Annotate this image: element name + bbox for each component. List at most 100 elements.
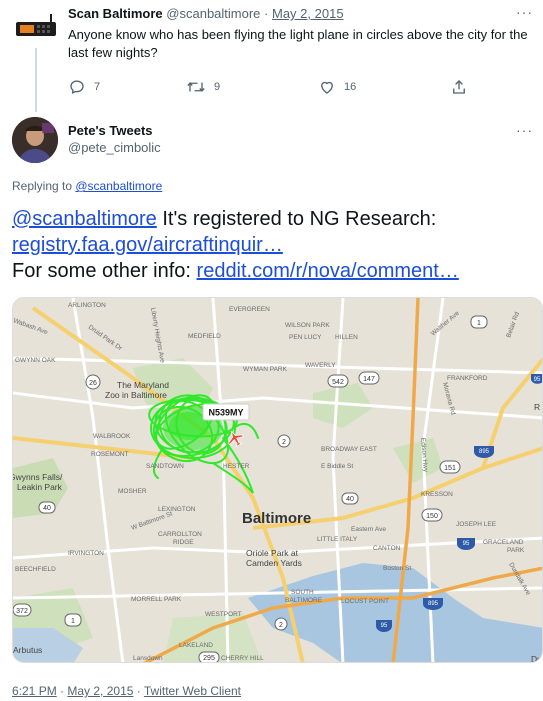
like-icon <box>321 81 333 94</box>
place-label: CANTON <box>373 545 401 552</box>
parent-tweet: Scan Baltimore @scanbaltimore · May 2, 2… <box>0 0 543 112</box>
place-label: WYMAN PARK <box>243 366 288 373</box>
city-label: Baltimore <box>242 510 311 527</box>
place-label: LAKELAND <box>179 642 213 649</box>
route-shield: 1 <box>470 315 488 329</box>
place-label: BALTIMORE <box>285 597 323 604</box>
svg-text:95: 95 <box>381 623 388 629</box>
reply-author-handle[interactable]: @pete_cimbolic <box>68 140 161 155</box>
route-shield: 295 <box>198 651 220 662</box>
place-label: KRESSON <box>421 491 453 498</box>
place-label: CHERRY HILL <box>221 655 264 662</box>
scanner-radio-avatar[interactable] <box>12 12 60 44</box>
svg-text:151: 151 <box>444 465 456 472</box>
reply-button[interactable]: 7 <box>68 78 100 96</box>
tweet-time-link[interactable]: 6:21 PM <box>12 684 57 698</box>
parent-more-icon[interactable]: ··· <box>516 4 533 20</box>
share-button[interactable] <box>450 78 468 96</box>
tweet-metadata: 6:21 PM · May 2, 2015 · Twitter Web Clie… <box>12 684 241 698</box>
place-label: Lansdown <box>133 655 163 662</box>
svg-text:150: 150 <box>426 513 438 520</box>
pete-avatar[interactable] <box>12 117 58 163</box>
like-button[interactable]: 16 <box>318 78 356 96</box>
mention-link[interactable]: @scanbaltimore <box>12 208 157 230</box>
route-shield: 40 <box>341 492 359 505</box>
svg-text:2: 2 <box>279 622 283 629</box>
stadium-label: Camden Yards <box>246 558 302 568</box>
reddit-link[interactable]: reddit.com/r/nova/comment… <box>197 260 459 282</box>
place-label: BROADWAY EAST <box>321 446 377 453</box>
route-shield: 95 <box>376 620 392 632</box>
place-label: LOCUST POINT <box>341 598 389 605</box>
replying-to-link[interactable]: @scanbaltimore <box>75 179 162 193</box>
parent-tweet-text: Anyone know who has been flying the ligh… <box>68 27 528 60</box>
place-label: EVERGREEN <box>229 306 270 313</box>
svg-text:147: 147 <box>363 376 375 383</box>
parent-tweet-date-link[interactable]: May 2, 2015 <box>272 6 344 21</box>
route-shield: 26 <box>85 374 101 390</box>
replying-to-line: Replying to @scanbaltimore <box>12 179 162 193</box>
footer-separator: · <box>56 684 68 698</box>
route-shield: 2 <box>277 434 291 448</box>
place-label: Boston St <box>383 565 411 572</box>
tweet-client-link[interactable]: Twitter Web Client <box>144 684 241 698</box>
reply-text-line3-prefix: For some other info: <box>12 260 197 282</box>
place-label: FRANKFORD <box>447 375 488 382</box>
place-label: HILLEN <box>335 334 358 341</box>
svg-text:2: 2 <box>282 439 286 446</box>
reply-more-icon[interactable]: ··· <box>516 122 533 138</box>
replying-prefix: Replying to <box>12 179 76 193</box>
route-shield: 95 <box>457 538 475 550</box>
reply-author-name[interactable]: Pete's Tweets <box>68 123 153 138</box>
place-label: Eastern Ave <box>351 526 386 533</box>
svg-text:95: 95 <box>463 541 470 547</box>
header-separator: · <box>264 6 269 21</box>
flight-track-map-image[interactable]: N539MY 26 542 147 40 40 2 1 150 151 895 … <box>12 297 543 663</box>
share-icon <box>453 80 465 94</box>
place-label: PEN LUCY <box>289 334 322 341</box>
place-label: ROSEMONT <box>91 451 129 458</box>
place-label: MEDFIELD <box>188 333 221 340</box>
edge-label: Du <box>531 654 542 663</box>
svg-text:542: 542 <box>332 379 344 386</box>
route-shield: 147 <box>358 371 380 385</box>
place-label: RIDGE <box>173 539 194 546</box>
park-label: Gwynns Falls/ <box>13 472 63 482</box>
retweet-icon <box>187 82 205 92</box>
park-label: Leakin Park <box>17 482 63 492</box>
reply-text-line1: It's registered to NG Research: <box>156 208 437 230</box>
place-label: BEECHFIELD <box>15 566 56 573</box>
place-label: SANDTOWN <box>146 463 184 470</box>
retweet-button[interactable]: 9 <box>186 78 220 96</box>
svg-text:1: 1 <box>71 618 75 625</box>
route-shield: 1 <box>64 613 82 627</box>
place-label: JOSEPH LEE <box>456 521 497 528</box>
place-label: GWYNN OAK <box>15 357 56 364</box>
route-shield: 542 <box>327 374 349 388</box>
parent-author-handle[interactable]: @scanbaltimore <box>166 6 260 21</box>
zoo-label: Zoo in Baltimore <box>105 390 167 400</box>
place-label: LITTLE ITALY <box>317 536 358 543</box>
place-label: MOSHER <box>118 488 147 495</box>
place-label: E Biddle St <box>321 463 353 470</box>
faa-registry-link[interactable]: registry.faa.gov/aircraftinquir… <box>12 234 283 256</box>
place-label: WAVERLY <box>305 362 336 369</box>
reply-icon <box>70 80 84 94</box>
thread-connector-line <box>35 48 37 112</box>
parent-author-name[interactable]: Scan Baltimore <box>68 6 163 21</box>
place-label: MORRELL PARK <box>131 596 182 603</box>
svg-text:95: 95 <box>534 377 541 383</box>
scanner-radio-icon <box>16 14 56 36</box>
place-label: IRVINGTON <box>68 550 104 557</box>
parent-tweet-actions: 7 9 16 <box>68 78 478 98</box>
tweet-date-link[interactable]: May 2, 2015 <box>67 684 133 698</box>
svg-text:40: 40 <box>43 505 51 512</box>
svg-text:895: 895 <box>479 449 490 455</box>
place-label: ARLINGTON <box>68 302 106 309</box>
route-shield: 2 <box>274 617 288 631</box>
place-label: WILSON PARK <box>285 322 330 329</box>
svg-text:1: 1 <box>477 320 481 327</box>
route-shield: 151 <box>439 460 461 474</box>
svg-text:895: 895 <box>428 601 439 607</box>
avatar-photo-icon <box>12 117 58 163</box>
